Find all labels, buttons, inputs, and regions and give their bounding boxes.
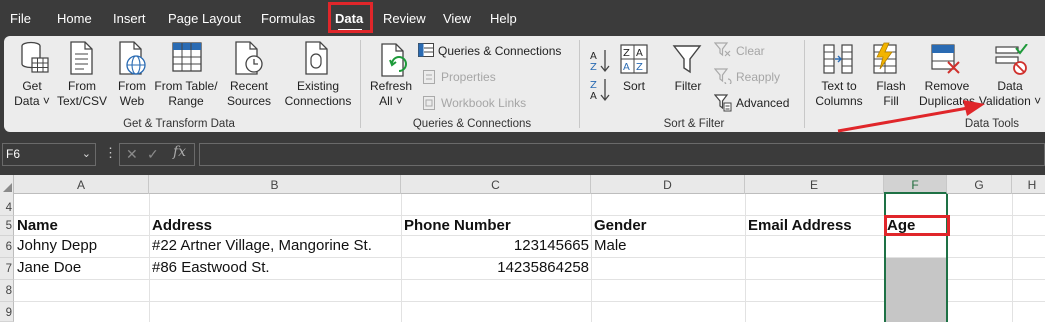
excel-window: File Home Insert Page Layout Formulas Da… xyxy=(0,0,1045,322)
annotation-arrow xyxy=(837,100,985,133)
